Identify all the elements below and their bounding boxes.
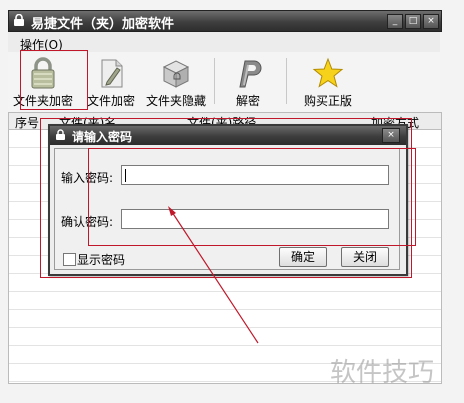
p-logo-icon (239, 60, 262, 88)
lock-icon (14, 14, 24, 26)
window-title: 易捷文件（夹）加密软件 (31, 17, 175, 32)
toolbar-label: 文件夹隐藏 (145, 94, 206, 108)
password-input[interactable] (121, 165, 389, 185)
toolbar-label: 解密 (235, 94, 260, 108)
title-bar: 易捷文件（夹）加密软件 _ □ × (8, 10, 442, 32)
star-icon (312, 57, 344, 88)
dialog-cancel-button[interactable]: 关闭 (341, 247, 389, 267)
ok-button[interactable]: 确定 (279, 247, 327, 267)
lock-icon (56, 129, 65, 140)
folder-encrypt-button[interactable]: 文件夹加密 (8, 52, 78, 110)
confirm-password-label: 确认密码: (61, 215, 114, 229)
maximize-button[interactable]: □ (405, 14, 421, 29)
toolbar-label: 购买正版 (303, 94, 352, 108)
dialog-body: 输入密码: 确认密码: 显示密码 确定 关闭 (54, 148, 400, 270)
menu-operation[interactable]: 操作(O) (20, 36, 63, 53)
confirm-password-input[interactable] (121, 209, 389, 229)
text-caret (125, 169, 126, 182)
toolbar: 文件夹加密 文件加密 文件夹隐藏 解密 购买正版 (8, 52, 440, 113)
dialog-title: 请输入密码 (72, 130, 133, 144)
menu-bar: 操作(O) (8, 32, 440, 52)
pencil-document-icon (101, 59, 123, 88)
close-button[interactable]: × (423, 14, 439, 29)
decrypt-button[interactable]: 解密 (228, 52, 268, 110)
show-password-checkbox[interactable] (63, 253, 76, 266)
lock-icon (31, 57, 55, 89)
toolbar-label: 文件夹加密 (12, 94, 73, 108)
dialog-close-button[interactable]: × (382, 128, 400, 143)
toolbar-divider (286, 58, 287, 104)
column-header[interactable]: 序号 (15, 114, 39, 131)
dialog-title-bar: 请输入密码 × (50, 126, 406, 145)
folder-hide-button[interactable]: 文件夹隐藏 (144, 52, 208, 110)
box-icon (162, 60, 190, 88)
buy-button[interactable]: 购买正版 (298, 52, 358, 110)
file-encrypt-button[interactable]: 文件加密 (84, 52, 138, 110)
toolbar-label: 文件加密 (86, 94, 135, 108)
show-password-label: 显示密码 (77, 253, 126, 267)
minimize-button[interactable]: _ (387, 14, 403, 29)
password-dialog: 请输入密码 × 输入密码: 确认密码: 显示密码 确定 关闭 (48, 124, 408, 276)
password-label: 输入密码: (61, 171, 114, 185)
toolbar-divider (214, 58, 215, 104)
watermark-text: 软件技巧 (330, 358, 435, 388)
